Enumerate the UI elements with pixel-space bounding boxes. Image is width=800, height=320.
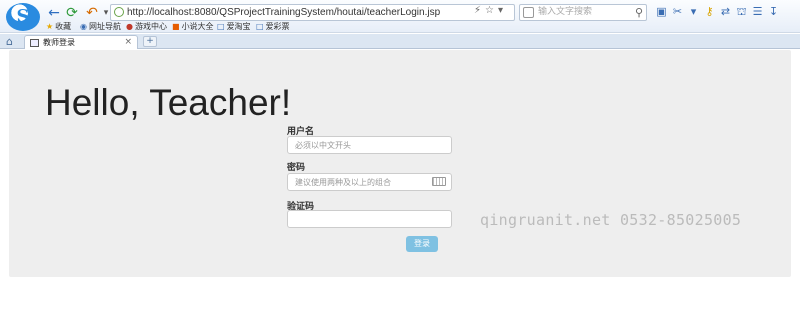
key-icon[interactable]: ⚷ bbox=[702, 5, 717, 18]
bookmark-favorites[interactable]: ★ 收藏 bbox=[46, 21, 71, 32]
bookmark-nav[interactable]: ◉ 网址导航 bbox=[80, 21, 121, 32]
scissors-icon[interactable]: ✂ bbox=[670, 5, 685, 18]
tab-title: 教师登录 bbox=[43, 38, 75, 47]
chevron-down-icon[interactable]: ▾ bbox=[498, 5, 503, 16]
bookmark-label: 小说大全 bbox=[181, 22, 214, 31]
tab-bar: ⌂ 教师登录 × + bbox=[0, 34, 800, 49]
search-icon[interactable]: ⚲ bbox=[635, 5, 643, 20]
page-icon: □ bbox=[217, 22, 225, 31]
shield-icon[interactable]: ⛫ bbox=[734, 5, 749, 20]
bookmark-label: 游戏中心 bbox=[134, 22, 167, 31]
bookmark-label: 收藏 bbox=[55, 22, 72, 31]
home-icon[interactable]: ⌂ bbox=[6, 35, 13, 48]
captcha-field[interactable] bbox=[287, 210, 452, 228]
address-url: http://localhost:8080/QSProjectTrainingS… bbox=[127, 7, 441, 18]
keyboard-icon[interactable] bbox=[432, 177, 446, 186]
extension-icon[interactable]: ▣ bbox=[654, 5, 669, 18]
lock-icon bbox=[114, 7, 124, 17]
page-icon bbox=[30, 39, 39, 47]
download-icon[interactable]: ↧ bbox=[766, 5, 781, 18]
search-placeholder: 输入文字搜索 bbox=[538, 7, 593, 17]
star-icon: ★ bbox=[46, 22, 54, 31]
new-tab-button[interactable]: + bbox=[143, 36, 157, 47]
bookmarks-bar: ★ 收藏 ◉ 网址导航 ● 游戏中心 ■ 小说大全 □ 爱淘宝 □ 爱彩票 bbox=[0, 20, 800, 34]
login-button[interactable]: 登录 bbox=[406, 236, 438, 252]
password-field[interactable] bbox=[287, 173, 452, 191]
back-arrow-icon[interactable]: ← bbox=[46, 5, 62, 21]
bookmark-label: 爱淘宝 bbox=[226, 22, 251, 31]
translate-icon[interactable]: ⇄ bbox=[718, 5, 733, 18]
browser-window: ← ⟳ ↶ ▾ http://localhost:8080/QSProjectT… bbox=[0, 0, 800, 320]
bookmark-lottery[interactable]: □ 爱彩票 bbox=[256, 21, 290, 32]
search-engine-icon[interactable] bbox=[523, 7, 534, 18]
watermark: qingruanit.net 0532-85025005 bbox=[480, 211, 742, 229]
chevron-down-icon[interactable]: ▾ bbox=[686, 5, 701, 18]
toolbar-extension-icons: ▣ ✂ ▾ ⚷ ⇄ ⛫ ☰ ↧ bbox=[654, 5, 800, 21]
page-title: Hello, Teacher! bbox=[45, 82, 292, 123]
menu-icon[interactable]: ☰ bbox=[750, 5, 765, 18]
globe-icon: ◉ bbox=[80, 22, 87, 31]
close-icon[interactable]: × bbox=[124, 36, 132, 49]
game-icon: ● bbox=[126, 22, 133, 31]
bookmark-games[interactable]: ● 游戏中心 bbox=[126, 21, 167, 32]
bookmark-novels[interactable]: ■ 小说大全 bbox=[172, 21, 214, 32]
tab-teacher-login[interactable]: 教师登录 × bbox=[24, 35, 138, 49]
search-input[interactable]: 输入文字搜索 ⚲ bbox=[519, 4, 647, 21]
address-bar[interactable]: http://localhost:8080/QSProjectTrainingS… bbox=[110, 4, 515, 21]
lightning-icon[interactable]: ⚡ bbox=[474, 5, 481, 16]
bookmark-taobao[interactable]: □ 爱淘宝 bbox=[217, 21, 251, 32]
book-icon: ■ bbox=[172, 22, 180, 31]
star-icon[interactable]: ☆ bbox=[485, 5, 494, 16]
browser-toolbar: ← ⟳ ↶ ▾ http://localhost:8080/QSProjectT… bbox=[0, 0, 800, 33]
bookmark-label: 爱彩票 bbox=[265, 22, 290, 31]
bookmark-label: 网址导航 bbox=[88, 22, 121, 31]
page-icon: □ bbox=[256, 22, 264, 31]
username-field[interactable] bbox=[287, 136, 452, 154]
password-label: 密码 bbox=[287, 163, 306, 173]
refresh-icon[interactable]: ⟳ bbox=[64, 5, 80, 21]
address-actions: ⚡ ☆ ▾ bbox=[474, 5, 514, 19]
